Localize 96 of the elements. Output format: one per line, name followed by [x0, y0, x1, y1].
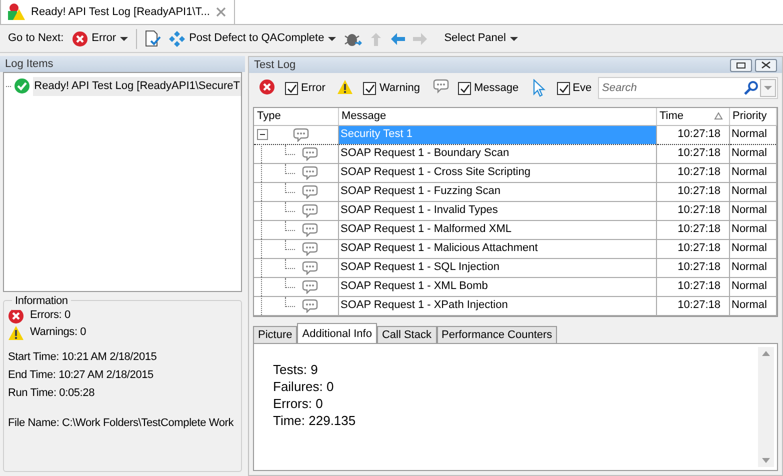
error-icon — [72, 30, 88, 46]
speech-bubble-icon — [301, 280, 319, 294]
table-cell: Normal — [729, 182, 776, 201]
speech-bubble-icon — [292, 128, 310, 142]
select-panel-dropdown[interactable]: Select Panel — [442, 30, 520, 47]
info-text: Time: 229.135 — [273, 412, 357, 428]
column-header[interactable]: Type — [254, 108, 338, 125]
go-to-next-label: Go to Next: — [8, 31, 64, 46]
tree-item[interactable]: Ready! API Test Log [ReadyAPI1\SecureT — [33, 77, 241, 96]
checkbox[interactable] — [556, 82, 570, 94]
checkbox[interactable] — [285, 82, 298, 94]
info-text: Errors: 0 — [273, 394, 324, 412]
filter-label: Message — [474, 80, 519, 96]
info-text: Start Time: 10:21 AM 2/18/2015 — [8, 350, 158, 365]
left-arrow-icon[interactable] — [390, 30, 406, 46]
restore-icon — [736, 62, 746, 68]
table-cell: 10:27:18 — [656, 220, 729, 239]
table-cell: 10:27:18 — [656, 258, 729, 277]
table-cell: Normal — [729, 220, 776, 239]
column-header[interactable]: Priority — [729, 108, 776, 125]
sort-arrow-icon — [714, 112, 722, 120]
panel-header: Log Items — [0, 56, 245, 72]
tab[interactable]: Call Stack — [376, 326, 436, 342]
table-cell: 10:27:18 — [656, 144, 729, 163]
checkbox[interactable] — [458, 82, 472, 94]
info-text: Tests: 9 — [273, 360, 319, 378]
errors-count: Errors: 0 — [30, 308, 70, 324]
table-cell: 10:27:18 — [656, 277, 729, 296]
info-text: End Time: 10:27 AM 2/18/2015 — [8, 368, 154, 383]
tab[interactable]: Picture — [253, 326, 298, 342]
column-header[interactable]: Message — [338, 108, 656, 125]
speech-bubble-icon — [301, 204, 319, 218]
info-text: Run Time: 0:05:28 — [8, 386, 96, 401]
scrollbar[interactable] — [758, 346, 774, 467]
error-icon — [8, 308, 24, 324]
table-cell: 10:27:18 — [656, 163, 729, 182]
warning-icon — [8, 324, 24, 340]
check-circle-icon — [14, 78, 30, 94]
table-cell: SOAP Request 1 - Cross Site Scripting — [338, 163, 656, 182]
speech-bubble-icon — [301, 222, 319, 236]
tab[interactable]: Additional Info — [297, 322, 377, 342]
search-box[interactable]: Search — [598, 77, 778, 99]
table-cell: 10:27:18 — [656, 296, 729, 315]
close-icon[interactable] — [216, 7, 226, 17]
table-cell: SOAP Request 1 - Malicious Attachment — [338, 239, 656, 258]
table-cell: Normal — [729, 125, 776, 144]
speech-bubble-icon — [301, 166, 319, 180]
document-check-icon[interactable] — [143, 30, 162, 48]
info-text: Failures: 0 — [273, 378, 335, 394]
error-dropdown[interactable]: Error — [70, 30, 130, 47]
table-cell: SOAP Request 1 - Fuzzing Scan — [338, 182, 656, 201]
table-cell: 10:27:18 — [656, 201, 729, 220]
group-title: Information — [12, 293, 71, 310]
table-cell: Normal — [729, 239, 776, 258]
table-cell: Normal — [729, 144, 776, 163]
checkbox[interactable] — [363, 82, 376, 94]
filter-label: Eve — [572, 80, 592, 96]
restore-button[interactable] — [730, 58, 752, 72]
table-cell: SOAP Request 1 - Invalid Types — [338, 201, 656, 220]
search-icon[interactable] — [743, 80, 759, 96]
collapse-icon[interactable] — [257, 129, 268, 140]
file-name-text: File Name: C:\Work Folders\TestComplete Work — [8, 417, 234, 429]
error-icon — [259, 79, 277, 97]
table-cell: Normal — [729, 163, 776, 182]
diamond-cluster-icon — [169, 30, 186, 46]
speech-bubble-icon — [301, 260, 319, 274]
speech-bubble-icon — [301, 184, 319, 198]
panel-title: Test Log — [254, 58, 296, 73]
column-header[interactable]: Time — [656, 108, 729, 125]
app-logo-drawing — [7, 3, 25, 21]
table-cell: 10:27:18 — [656, 182, 729, 201]
table-cell: SOAP Request 1 - Malformed XML — [338, 220, 656, 239]
table-cell: Normal — [729, 296, 776, 315]
table-cell: 10:27:18 — [656, 125, 729, 144]
table-cell: 10:27:18 — [656, 239, 729, 258]
filter-label: Warning — [379, 80, 420, 96]
speech-bubble-icon — [301, 242, 319, 256]
table-cell: SOAP Request 1 - XML Bomb — [338, 277, 656, 296]
filter-label: Error — [301, 80, 326, 96]
table-cell: Normal — [729, 201, 776, 220]
speech-bubble-icon — [301, 298, 319, 312]
close-button[interactable] — [755, 58, 777, 72]
close-icon — [761, 61, 771, 69]
table-cell: Normal — [729, 277, 776, 296]
speech-bubble-icon — [301, 146, 319, 160]
document-tab[interactable]: Ready! API Test Log [ReadyAPI1\T... — [0, 0, 235, 24]
table-cell: Normal — [729, 258, 776, 277]
table-cell: SOAP Request 1 - SQL Injection — [338, 258, 656, 277]
post-defect-button[interactable]: Post Defect to QAComplete — [167, 30, 338, 47]
table-cell: Security Test 1 — [338, 125, 656, 144]
warning-icon — [337, 79, 356, 97]
tab[interactable]: Performance Counters — [436, 326, 558, 342]
warnings-count: Warnings: 0 — [30, 325, 86, 340]
dropdown-button[interactable] — [760, 79, 776, 97]
table-cell: SOAP Request 1 - Boundary Scan — [338, 144, 656, 163]
table-cell: SOAP Request 1 - XPath Injection — [338, 296, 656, 315]
